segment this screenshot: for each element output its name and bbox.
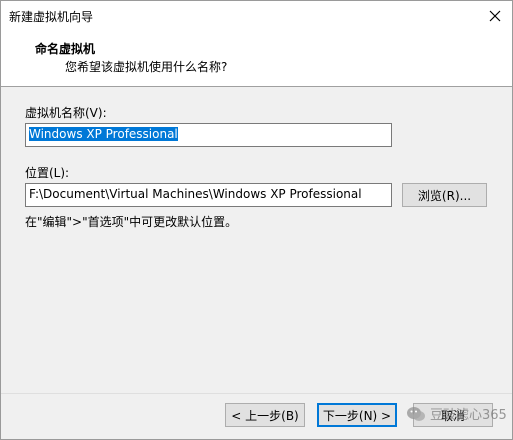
back-button[interactable]: < 上一步(B) bbox=[225, 403, 305, 427]
footer-separator bbox=[1, 393, 512, 394]
wizard-window: 新建虚拟机向导 命名虚拟机 您希望该虚拟机使用什么名称? 虚拟机名称(V): W… bbox=[0, 0, 513, 440]
close-button[interactable] bbox=[478, 1, 512, 31]
wizard-header: 命名虚拟机 您希望该虚拟机使用什么名称? bbox=[1, 31, 512, 87]
location-input[interactable]: F:\Document\Virtual Machines\Windows XP … bbox=[25, 183, 392, 207]
page-title: 命名虚拟机 bbox=[35, 42, 96, 56]
vm-name-value: Windows XP Professional bbox=[29, 127, 178, 141]
page-subtitle: 您希望该虚拟机使用什么名称? bbox=[65, 60, 228, 74]
title-bar: 新建虚拟机向导 bbox=[1, 1, 512, 31]
location-label: 位置(L): bbox=[25, 166, 70, 180]
next-button[interactable]: 下一步(N) > bbox=[317, 403, 397, 427]
vm-name-label: 虚拟机名称(V): bbox=[25, 106, 107, 120]
vm-name-input[interactable]: Windows XP Professional bbox=[25, 123, 392, 147]
window-title: 新建虚拟机向导 bbox=[9, 10, 94, 24]
watermark-text: 豆豉滤心365 bbox=[430, 408, 507, 423]
close-icon bbox=[489, 10, 501, 22]
browse-button[interactable]: 浏览(R)... bbox=[402, 183, 487, 207]
wechat-icon bbox=[407, 406, 425, 421]
location-hint: 在"编辑">"首选项"中可更改默认位置。 bbox=[25, 215, 238, 229]
location-value: F:\Document\Virtual Machines\Windows XP … bbox=[29, 187, 362, 201]
watermark: 豆豉滤心365 bbox=[406, 404, 507, 423]
